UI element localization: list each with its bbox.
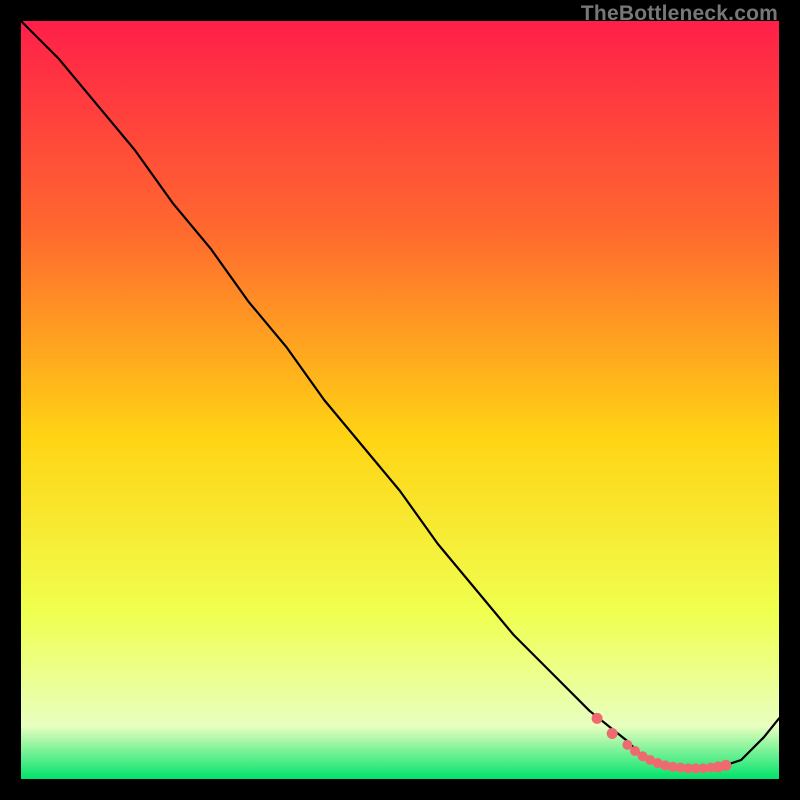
marker-dot xyxy=(607,728,618,739)
watermark-text: TheBottleneck.com xyxy=(581,2,778,26)
marker-dot xyxy=(592,713,603,724)
gradient-background xyxy=(21,21,779,779)
chart-stage: TheBottleneck.com xyxy=(0,0,800,800)
bottleneck-chart xyxy=(21,21,779,779)
marker-dot xyxy=(720,760,731,771)
